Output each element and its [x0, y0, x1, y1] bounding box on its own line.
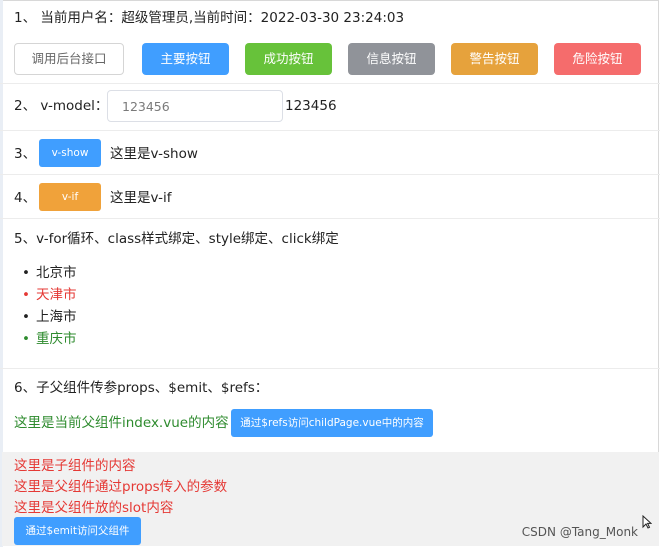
warning-button[interactable]: 警告按钮: [451, 43, 538, 75]
child-line-2: 这里是父组件通过props传入的参数: [14, 479, 228, 495]
refs-button[interactable]: 通过$refs访问childPage.vue中的内容: [231, 409, 433, 437]
v-show-text: 这里是v-show: [110, 146, 198, 162]
divider: [0, 368, 660, 369]
v-model-input[interactable]: [107, 90, 283, 122]
call-backend-button[interactable]: 调用后台接口: [14, 43, 124, 75]
v-if-text: 这里是v-if: [110, 190, 172, 206]
list-item: 天津市: [22, 284, 77, 306]
parent-content-text: 这里是当前父组件index.vue的内容: [14, 415, 229, 431]
v-show-button[interactable]: v-show: [39, 139, 101, 167]
child-line-1: 这里是子组件的内容: [14, 458, 136, 474]
divider: [0, 174, 660, 175]
v-model-echo-text: 123456: [285, 98, 337, 114]
row1-user-time-label: 1、 当前用户名：超级管理员,当前时间：2022-03-30 23:24:03: [14, 10, 405, 26]
row4-label: 4、: [14, 190, 37, 206]
city-list: 北京市 天津市 上海市 重庆市: [22, 262, 77, 350]
divider: [0, 218, 660, 219]
row5-label: 5、v-for循环、class样式绑定、style绑定、click绑定: [14, 231, 339, 247]
success-button[interactable]: 成功按钮: [245, 43, 332, 75]
info-button[interactable]: 信息按钮: [348, 43, 435, 75]
row3-label: 3、: [14, 146, 37, 162]
cursor-icon: [642, 515, 652, 529]
list-item: 北京市: [22, 262, 77, 284]
v-if-button[interactable]: v-if: [39, 183, 101, 211]
divider: [0, 83, 660, 84]
row6-label: 6、子父组件传参props、$emit、$refs：: [14, 380, 269, 396]
primary-button[interactable]: 主要按钮: [142, 43, 229, 75]
divider: [0, 130, 660, 131]
emit-button[interactable]: 通过$emit访问父组件: [14, 517, 141, 545]
row2-v-model-label: 2、 v-model：: [14, 98, 109, 114]
list-item: 上海市: [22, 306, 77, 328]
danger-button[interactable]: 危险按钮: [554, 43, 641, 75]
watermark: CSDN @Tang_Monk: [521, 525, 638, 539]
list-item: 重庆市: [22, 328, 77, 350]
child-line-3: 这里是父组件放的slot内容: [14, 500, 174, 516]
